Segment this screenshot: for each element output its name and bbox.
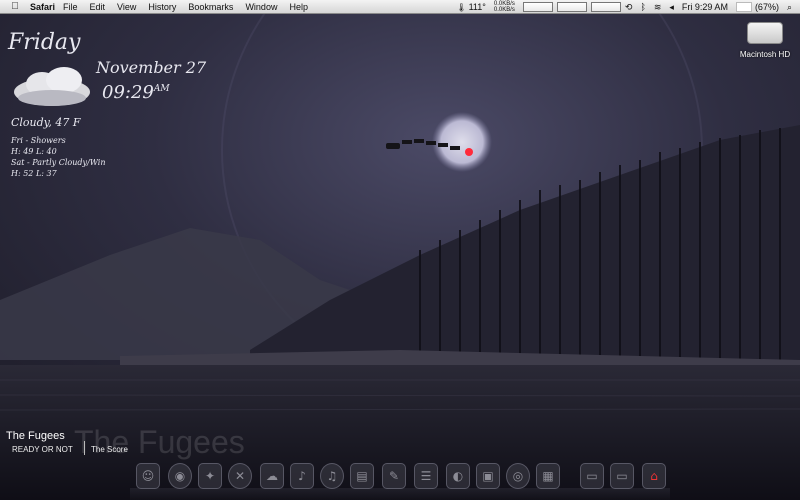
app-6-icon: ♪ — [298, 469, 306, 483]
spotlight-icon[interactable]: ⌕ — [787, 2, 792, 13]
menu-bookmarks[interactable]: Bookmarks — [188, 2, 233, 12]
apple-menu-icon[interactable]:  — [6, 1, 24, 12]
wifi-icon[interactable]: ≋ — [654, 2, 662, 13]
app-12-icon: ▣ — [482, 469, 494, 483]
forecast-line-2: H: 49 L: 40 — [11, 147, 57, 156]
weather-date: November 27 — [96, 58, 207, 77]
dock-ichat[interactable]: ☁ — [260, 463, 284, 489]
menubar-clock[interactable]: Fri 9:29 AM — [682, 2, 728, 12]
dashboard-icon: ◉ — [174, 469, 186, 483]
forecast-line-3: Sat - Partly Cloudy/Win — [11, 158, 106, 167]
current-conditions: Cloudy, 47 F — [11, 116, 81, 129]
trash-icon: ⌂ — [650, 469, 658, 483]
dock-dashboard[interactable]: ◉ — [168, 463, 192, 489]
temperature-status[interactable]: 🌡 111° — [456, 2, 485, 12]
menu-window[interactable]: Window — [245, 2, 277, 12]
dock-app-10[interactable]: ☰ — [414, 463, 438, 489]
now-playing-song: The Score — [91, 445, 128, 454]
macintosh-hd-desktop-icon[interactable]: Macintosh HD — [736, 22, 794, 59]
app-menu-safari[interactable]: Safari — [30, 2, 55, 12]
dock-folder-2[interactable]: ▭ — [610, 463, 634, 489]
time-ampm: AM — [153, 84, 170, 94]
battery-icon — [735, 2, 752, 12]
dock-shelf — [130, 488, 670, 500]
battery-percent: (67%) — [754, 2, 779, 12]
app-14-icon: ▦ — [542, 469, 554, 483]
chat-icon: ☁ — [266, 469, 278, 483]
volume-icon[interactable]: ◂ — [669, 2, 674, 13]
battery-status[interactable]: (67%) — [735, 2, 779, 12]
dock-app-9[interactable]: ✎ — [382, 463, 406, 489]
dock-app-6[interactable]: ♪ — [290, 463, 314, 489]
activity-graph-2[interactable] — [556, 2, 587, 12]
moon — [432, 112, 492, 172]
menu-file[interactable]: File — [63, 2, 78, 12]
time-machine-icon[interactable]: ⟲ — [625, 2, 633, 13]
weather-time: 09:29AM — [102, 82, 170, 103]
menu-history[interactable]: History — [148, 2, 176, 12]
dock-app-13[interactable]: ◎ — [506, 463, 530, 489]
dock-folder-1[interactable]: ▭ — [580, 463, 604, 489]
temperature-value: 111° — [468, 2, 486, 12]
now-playing-artist-watermark: The Fugees — [74, 424, 245, 460]
network-down: 0.0KB/s — [493, 7, 515, 13]
bluetooth-icon[interactable]: ᛒ — [640, 2, 645, 12]
folder-icon: ▭ — [616, 469, 628, 483]
hard-drive-icon — [747, 22, 783, 44]
app-7-icon: ♫ — [326, 469, 338, 483]
time-value: 09:29 — [102, 82, 154, 103]
dock-app-12[interactable]: ▣ — [476, 463, 500, 489]
now-playing-album: READY OR NOT — [12, 445, 73, 454]
app-3-icon: ✦ — [204, 469, 216, 483]
menu-view[interactable]: View — [117, 2, 136, 12]
now-playing-artist: The Fugees — [6, 430, 65, 442]
rudolph-nose — [465, 148, 473, 156]
network-status[interactable]: 0.0KB/s 0.0KB/s — [494, 1, 515, 13]
activity-graph-1[interactable] — [522, 2, 553, 12]
dock-trash[interactable]: ⌂ — [642, 463, 666, 489]
app-11-icon: ◐ — [452, 469, 464, 483]
dock: ☺ ◉ ✦ ✕ ☁ ♪ ♫ ▤ ✎ ☰ ◐ ▣ ◎ ▦ ▭ ▭ ⌂ — [130, 460, 670, 500]
app-13-icon: ◎ — [512, 469, 524, 483]
forecast-line-4: H: 52 L: 37 — [11, 169, 57, 178]
dock-app-14[interactable]: ▦ — [536, 463, 560, 489]
dock-app-4[interactable]: ✕ — [228, 463, 252, 489]
dock-app-3[interactable]: ✦ — [198, 463, 222, 489]
menu-help[interactable]: Help — [289, 2, 308, 12]
dock-finder[interactable]: ☺ — [136, 463, 160, 489]
thermometer-icon: 🌡 — [456, 2, 467, 12]
dock-app-11[interactable]: ◐ — [446, 463, 470, 489]
cloud-weather-icon — [14, 67, 90, 106]
app-10-icon: ☰ — [420, 469, 432, 483]
app-4-icon: ✕ — [234, 469, 246, 483]
now-playing-separator — [84, 441, 85, 455]
app-8-icon: ▤ — [356, 469, 368, 483]
dock-app-7[interactable]: ♫ — [320, 463, 344, 489]
forecast-line-1: Fri - Showers — [11, 136, 66, 145]
activity-graph-3[interactable] — [590, 2, 621, 12]
hd-label: Macintosh HD — [739, 50, 791, 59]
app-9-icon: ✎ — [388, 469, 400, 483]
weather-day: Friday — [8, 30, 81, 55]
menubar:  Safari File Edit View History Bookmark… — [0, 0, 800, 14]
menu-edit[interactable]: Edit — [90, 2, 106, 12]
finder-icon: ☺ — [141, 469, 155, 483]
dock-app-8[interactable]: ▤ — [350, 463, 374, 489]
folder-icon: ▭ — [586, 469, 598, 483]
